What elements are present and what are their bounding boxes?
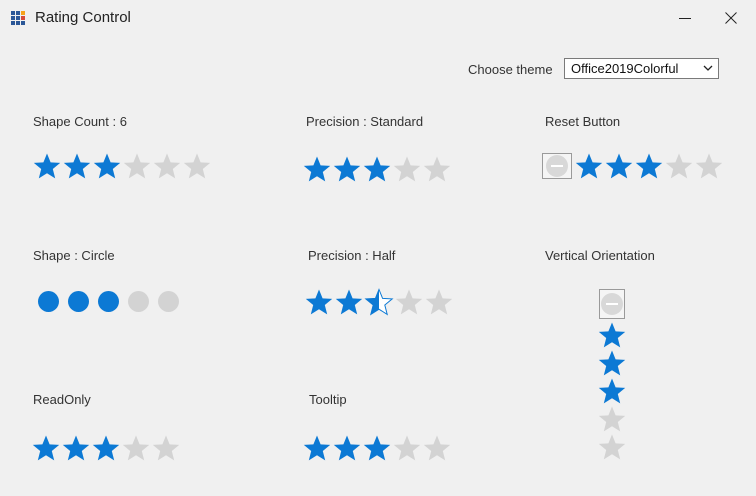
title-bar: Rating Control (0, 0, 756, 36)
circle-icon[interactable] (128, 291, 149, 312)
star-icon[interactable] (422, 434, 452, 462)
star-icon[interactable] (332, 434, 362, 462)
reset-icon (601, 293, 623, 315)
minimize-icon (679, 18, 691, 19)
star-icon[interactable] (394, 288, 424, 316)
star-icon[interactable] (597, 377, 627, 405)
star-icon[interactable] (62, 152, 92, 180)
app-grid-icon (11, 11, 25, 25)
shape-circle-label: Shape : Circle (33, 248, 115, 263)
star-icon[interactable] (422, 155, 452, 183)
star-icon[interactable] (122, 152, 152, 180)
star-icon[interactable] (302, 155, 332, 183)
readonly-label: ReadOnly (33, 392, 91, 407)
star-icon[interactable] (362, 155, 392, 183)
close-button[interactable] (708, 0, 754, 36)
precision-standard-label: Precision : Standard (306, 114, 424, 129)
rating-readonly (31, 434, 181, 462)
star-icon (92, 435, 120, 461)
rating-shape-count[interactable] (32, 152, 212, 180)
star-icon[interactable] (604, 152, 634, 180)
reset-rating-button[interactable] (599, 289, 625, 319)
rating-vertical[interactable] (597, 289, 627, 461)
theme-label: Choose theme (468, 62, 553, 77)
star-icon[interactable] (597, 321, 627, 349)
circle-icon[interactable] (38, 291, 59, 312)
star-icon[interactable] (597, 433, 627, 461)
star-icon[interactable] (392, 434, 422, 462)
circle-icon[interactable] (158, 291, 179, 312)
rating-precision-half[interactable] (304, 288, 454, 316)
star-icon[interactable] (362, 434, 392, 462)
minimize-button[interactable] (662, 0, 708, 36)
star-icon (152, 435, 180, 461)
shape-count-label: Shape Count : 6 (33, 114, 127, 129)
star-icon[interactable] (664, 152, 694, 180)
reset-icon (546, 155, 568, 177)
reset-button-label: Reset Button (545, 114, 621, 129)
circle-icon[interactable] (98, 291, 119, 312)
circle-icon[interactable] (68, 291, 89, 312)
star-icon[interactable] (634, 152, 664, 180)
window-title: Rating Control (35, 9, 131, 26)
star-icon[interactable] (574, 152, 604, 180)
star-icon (62, 435, 90, 461)
star-icon[interactable] (364, 288, 394, 316)
rating-tooltip[interactable] (302, 434, 452, 462)
star-icon[interactable] (182, 152, 212, 180)
star-icon[interactable] (302, 434, 332, 462)
rating-precision-standard[interactable] (302, 155, 452, 183)
rating-shape-circle[interactable] (38, 291, 188, 312)
star-icon[interactable] (597, 349, 627, 377)
star-icon[interactable] (152, 152, 182, 180)
star-icon[interactable] (332, 155, 362, 183)
chevron-down-icon (703, 65, 713, 71)
rating-reset-button[interactable] (542, 152, 724, 180)
precision-half-label: Precision : Half (308, 248, 396, 263)
vertical-orientation-label: Vertical Orientation (545, 248, 655, 263)
star-icon[interactable] (694, 152, 724, 180)
star-icon (122, 435, 150, 461)
theme-select[interactable]: Office2019Colorful (564, 58, 719, 79)
star-icon[interactable] (304, 288, 334, 316)
star-icon (32, 435, 60, 461)
tooltip-label: Tooltip (309, 392, 347, 407)
star-icon[interactable] (32, 152, 62, 180)
star-icon[interactable] (392, 155, 422, 183)
star-icon[interactable] (92, 152, 122, 180)
star-icon[interactable] (597, 405, 627, 433)
theme-select-value: Office2019Colorful (571, 61, 679, 76)
star-icon[interactable] (334, 288, 364, 316)
star-icon[interactable] (424, 288, 454, 316)
close-icon (725, 12, 737, 24)
reset-rating-button[interactable] (542, 153, 572, 179)
